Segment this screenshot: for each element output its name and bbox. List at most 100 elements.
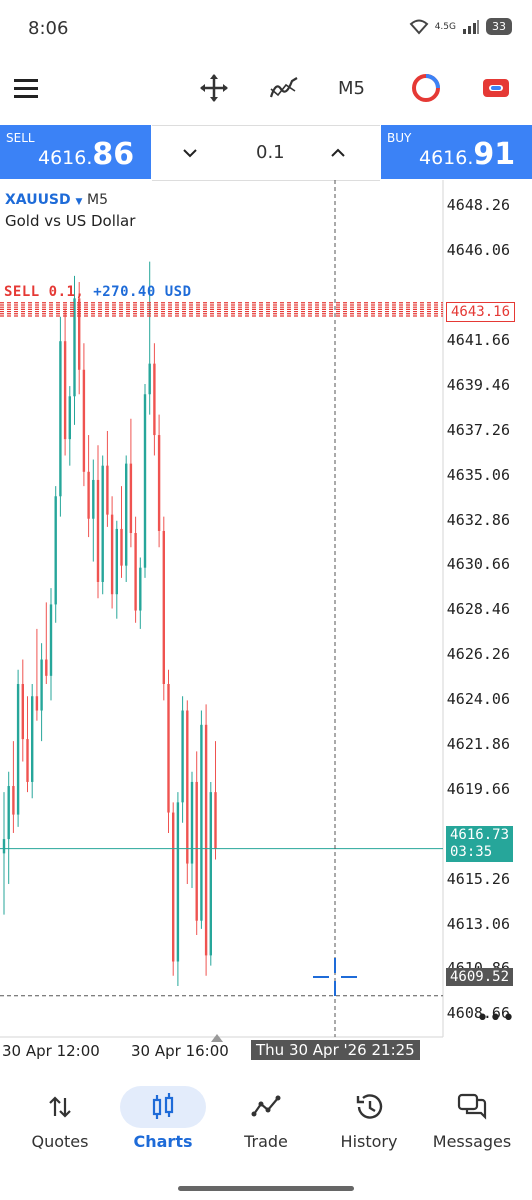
candle-body: [157, 435, 161, 531]
status-icons: 4.5G 33: [409, 18, 512, 35]
new-order-icon[interactable]: [476, 68, 516, 108]
price-axis-label: 4624.06: [446, 690, 510, 709]
one-click-trading-icon[interactable]: [406, 68, 446, 108]
charts-icon: [113, 1090, 213, 1124]
home-indicator: [178, 1186, 354, 1191]
price-axis-label: 4615.26: [446, 869, 510, 888]
candle-body: [63, 341, 67, 440]
time-axis-label: 30 Apr 16:00: [131, 1042, 229, 1060]
price-axis-label: 4632.86: [446, 510, 510, 529]
candle-body: [120, 528, 123, 566]
candle-body: [153, 363, 156, 436]
lot-increase-button[interactable]: [330, 140, 346, 164]
buy-button[interactable]: BUY 4616. 91: [381, 125, 532, 179]
candle-body: [176, 802, 180, 962]
candle-body: [200, 724, 203, 921]
lot-size-control: 0.1: [152, 125, 380, 181]
nav-history[interactable]: History: [319, 1090, 419, 1151]
timeframe-button[interactable]: M5: [338, 78, 365, 99]
candle-body: [186, 710, 189, 864]
battery-icon: 33: [486, 18, 512, 35]
nav-quotes[interactable]: Quotes: [10, 1090, 110, 1151]
candle-body: [125, 463, 128, 566]
candle-body: [73, 298, 76, 397]
price-axis-label: 4628.46: [446, 600, 510, 619]
candle-body: [162, 530, 165, 684]
price-axis-label: 4646.06: [446, 241, 510, 260]
order-line-label[interactable]: SELL 0.1, +270.40 USD: [4, 284, 192, 300]
candle-body: [209, 792, 212, 956]
sell-button[interactable]: SELL 4616. 86: [0, 125, 151, 179]
candle-body: [82, 369, 86, 472]
candle-body: [134, 533, 137, 611]
crosshair-cursor-icon: [313, 958, 357, 996]
candle-body: [106, 465, 109, 515]
candle-body: [190, 781, 194, 864]
price-axis-label: 4641.66: [446, 330, 510, 349]
candle-body: [92, 479, 95, 519]
candle-body: [96, 479, 100, 582]
candle-body: [148, 363, 151, 395]
quotes-icon: [10, 1090, 110, 1124]
candle-body: [143, 394, 147, 568]
candle-body: [59, 341, 62, 497]
candle-body: [167, 683, 170, 813]
network-type: 4.5G: [434, 21, 456, 32]
candle-body: [26, 739, 29, 782]
symbol-description: Gold vs US Dollar: [5, 212, 136, 230]
lot-decrease-button[interactable]: [182, 140, 198, 164]
sell-price: 4616. 86: [38, 137, 135, 172]
candle-body: [12, 786, 15, 815]
candle-body: [35, 696, 39, 711]
order-price-tag: 4643.16: [446, 302, 516, 322]
candle-body: [40, 659, 43, 711]
signal-icon: [463, 19, 479, 34]
candles-group: [2, 261, 217, 986]
wifi-icon: [409, 19, 429, 35]
price-axis-label: 4621.86: [446, 734, 510, 753]
trade-icon: [216, 1090, 316, 1124]
candle-body: [214, 792, 217, 849]
price-axis-label: 4630.66: [446, 555, 510, 574]
candle-body: [101, 465, 104, 582]
messages-icon: [422, 1090, 522, 1124]
buy-price: 4616. 91: [419, 137, 516, 172]
buy-label: BUY: [387, 131, 412, 145]
crosshair-time-tag: Thu 30 Apr '26 21:25: [251, 1040, 420, 1060]
candle-body: [49, 604, 53, 676]
history-icon: [319, 1090, 419, 1124]
nav-charts[interactable]: Charts: [113, 1090, 213, 1151]
candle-body: [129, 463, 133, 534]
candle-body: [195, 781, 198, 921]
candle-body: [54, 496, 57, 605]
price-axis-label: 4639.46: [446, 375, 510, 394]
candle-body: [68, 396, 71, 440]
price-axis-label: 4637.26: [446, 420, 510, 439]
menu-icon[interactable]: [6, 68, 46, 108]
price-axis-label: 4648.26: [446, 196, 510, 215]
nav-messages[interactable]: Messages: [422, 1090, 522, 1151]
candle-body: [31, 696, 34, 782]
price-axis-label: 4619.66: [446, 779, 510, 798]
price-axis-label: 4613.06: [446, 914, 510, 933]
symbol-timeframe: M5: [87, 192, 108, 208]
price-axis-label: 4626.26: [446, 645, 510, 664]
time-axis-label: 30 Apr 12:00: [2, 1042, 100, 1060]
candle-body: [115, 528, 118, 595]
status-time: 8:06: [28, 18, 69, 39]
nav-trade[interactable]: Trade: [216, 1090, 316, 1151]
sell-label: SELL: [6, 131, 35, 145]
candle-body: [181, 710, 184, 803]
scroll-marker-icon: [211, 1034, 223, 1042]
symbol-name[interactable]: XAUUSD ▼: [5, 192, 82, 208]
candle-body: [139, 567, 142, 611]
candle-body: [172, 812, 175, 962]
indicators-icon[interactable]: [264, 68, 304, 108]
candle-body: [7, 786, 10, 840]
candle-body: [21, 683, 24, 740]
move-crosshair-icon[interactable]: [194, 68, 234, 108]
price-axis-label: 4635.06: [446, 465, 510, 484]
candle-body: [16, 683, 20, 815]
lot-size-input[interactable]: 0.1: [256, 142, 285, 163]
more-options-icon[interactable]: •••: [476, 1006, 515, 1031]
